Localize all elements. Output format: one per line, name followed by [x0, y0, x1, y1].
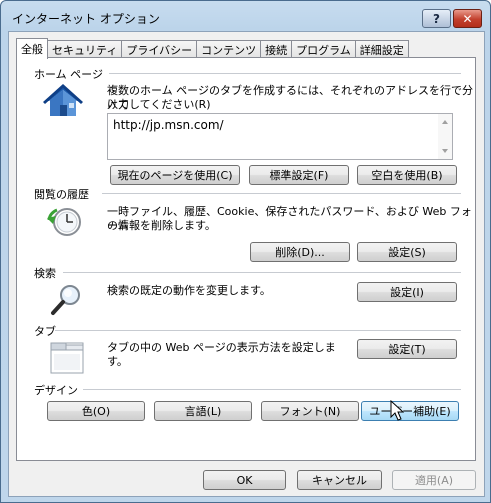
tab-connections[interactable]: 接続 — [260, 40, 293, 58]
tabs-description-line1: タブの中の Web ページの表示方法を設定しま — [107, 341, 336, 354]
tabs-description-line2: す。 — [107, 355, 128, 368]
search-description: 検索の既定の動作を変更します。 — [107, 284, 271, 297]
apply-button[interactable]: 適用(A) — [392, 470, 476, 490]
tab-security[interactable]: セキュリティ — [47, 40, 123, 58]
tabs-window-icon — [50, 342, 84, 374]
window-title: インターネット オプション — [12, 12, 160, 26]
design-heading: デザイン — [34, 384, 78, 397]
tab-strip: 全般 セキュリティ プライバシー コンテンツ 接続 プログラム 詳細設定 — [16, 38, 409, 59]
use-current-button[interactable]: 現在のページを使用(C) — [110, 165, 240, 185]
home-page-url-value: http://jp.msn.com/ — [113, 118, 224, 132]
ok-button[interactable]: OK — [203, 470, 286, 490]
title-bar[interactable]: インターネット オプション ? ✕ — [1, 1, 490, 31]
dialog-client-area: 全般 セキュリティ プライバシー コンテンツ 接続 プログラム 詳細設定 ホーム… — [8, 31, 485, 497]
help-button[interactable]: ? — [422, 9, 451, 28]
mouse-cursor-icon — [390, 400, 404, 421]
url-box-scrollbar[interactable] — [438, 114, 452, 159]
home-icon — [43, 84, 83, 116]
search-settings-button[interactable]: 設定(I) — [357, 282, 457, 302]
design-separator — [83, 389, 461, 390]
search-heading: 検索 — [34, 267, 56, 280]
scroll-down-icon[interactable] — [442, 149, 448, 153]
history-settings-button[interactable]: 設定(S) — [357, 242, 457, 262]
history-clock-icon — [47, 208, 81, 236]
delete-history-button[interactable]: 削除(D)... — [250, 242, 350, 262]
home-page-heading: ホーム ページ — [34, 68, 103, 81]
use-blank-button[interactable]: 空白を使用(B) — [357, 165, 457, 185]
general-tab-panel: ホーム ページ 複数のホーム ページのタブを作成するには、それぞれのアドレスを行… — [16, 57, 476, 461]
home-page-separator — [109, 73, 461, 74]
browsing-history-separator — [102, 193, 461, 194]
scroll-up-icon[interactable] — [442, 120, 448, 124]
tab-content[interactable]: コンテンツ — [196, 40, 262, 58]
tab-advanced[interactable]: 詳細設定 — [354, 40, 409, 58]
languages-button[interactable]: 言語(L) — [154, 401, 252, 421]
tab-programs[interactable]: プログラム — [291, 40, 356, 58]
cancel-button[interactable]: キャンセル — [297, 470, 382, 490]
close-button[interactable]: ✕ — [453, 9, 482, 28]
search-separator — [63, 272, 461, 273]
accessibility-button[interactable]: ユーザー補助(E) — [361, 401, 459, 421]
browsing-history-description-line2: の情報を削除します。 — [107, 219, 216, 232]
tab-privacy[interactable]: プライバシー — [121, 40, 198, 58]
tabs-settings-button[interactable]: 設定(T) — [357, 339, 457, 359]
home-page-description-line2: 入力してください(R) — [107, 98, 211, 111]
tabs-heading: タブ — [34, 325, 56, 338]
tabs-separator — [55, 330, 461, 331]
search-magnifier-icon — [51, 285, 80, 315]
home-page-url-input[interactable]: http://jp.msn.com/ — [107, 113, 453, 160]
use-default-button[interactable]: 標準設定(F) — [249, 165, 349, 185]
internet-options-dialog: インターネット オプション ? ✕ 全般 セキュリティ プライバシー コンテンツ… — [0, 0, 491, 503]
fonts-button[interactable]: フォント(N) — [261, 401, 359, 421]
colors-button[interactable]: 色(O) — [47, 401, 145, 421]
tab-general[interactable]: 全般 — [16, 38, 48, 59]
browsing-history-heading: 閲覧の履歴 — [34, 188, 89, 201]
